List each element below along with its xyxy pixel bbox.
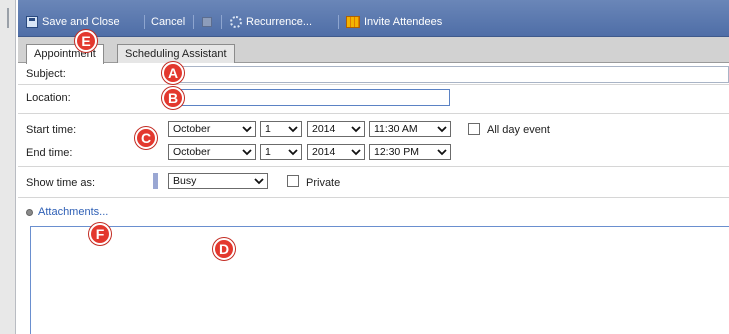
toolbar-separator bbox=[221, 15, 222, 29]
toolbar-separator bbox=[144, 15, 145, 29]
toolbar-separator bbox=[193, 15, 194, 29]
start-year-value: 2014 bbox=[312, 123, 336, 135]
chevron-down-icon bbox=[437, 149, 447, 156]
cancel-label: Cancel bbox=[151, 16, 186, 28]
invite-attendees-button[interactable]: Invite Attendees bbox=[346, 13, 442, 31]
chevron-down-icon bbox=[437, 126, 447, 133]
start-month-select[interactable]: October bbox=[168, 121, 256, 137]
marker-e: E bbox=[75, 30, 97, 52]
divider bbox=[18, 197, 729, 198]
start-time-label: Start time: bbox=[26, 124, 77, 136]
recurrence-button[interactable]: Recurrence... bbox=[230, 13, 312, 31]
recurrence-icon bbox=[230, 16, 242, 28]
left-panel-strip bbox=[0, 0, 16, 334]
start-day-value: 1 bbox=[265, 123, 271, 135]
chevron-down-icon bbox=[351, 149, 361, 156]
end-month-value: October bbox=[173, 146, 211, 158]
marker-a: A bbox=[162, 62, 184, 84]
divider bbox=[18, 84, 729, 85]
end-time-label: End time: bbox=[26, 147, 73, 159]
attachment-icon bbox=[26, 208, 33, 216]
attachments-link[interactable]: Attachments... bbox=[26, 206, 108, 218]
busy-color-indicator bbox=[153, 173, 158, 189]
recurrence-label: Recurrence... bbox=[246, 16, 313, 28]
tab-scheduling-assistant[interactable]: Scheduling Assistant bbox=[117, 44, 235, 63]
all-day-label: All day event bbox=[487, 124, 550, 136]
private-checkbox[interactable] bbox=[287, 175, 299, 187]
toolbar-separator bbox=[338, 15, 339, 29]
end-time-select[interactable]: 12:30 PM bbox=[369, 144, 451, 160]
show-time-as-label: Show time as: bbox=[26, 177, 96, 189]
start-month-value: October bbox=[173, 123, 211, 135]
save-close-label: Save and Close bbox=[42, 16, 120, 28]
all-day-checkbox[interactable] bbox=[468, 123, 480, 135]
end-day-select[interactable]: 1 bbox=[260, 144, 302, 160]
start-day-select[interactable]: 1 bbox=[260, 121, 302, 137]
toolbar: Save and Close Cancel Recurrence... Invi… bbox=[18, 0, 729, 37]
save-close-button[interactable]: Save and Close bbox=[26, 13, 120, 31]
invite-icon bbox=[346, 16, 360, 28]
chevron-down-icon bbox=[351, 126, 361, 133]
marker-d: D bbox=[213, 238, 235, 260]
subject-input[interactable] bbox=[168, 66, 729, 83]
message-body-editor[interactable] bbox=[30, 226, 729, 334]
attachments-label: Attachments... bbox=[38, 206, 109, 218]
subject-label: Subject: bbox=[26, 68, 66, 80]
end-year-select[interactable]: 2014 bbox=[307, 144, 365, 160]
print-button[interactable] bbox=[202, 13, 212, 31]
tab-scheduling-label: Scheduling Assistant bbox=[125, 48, 227, 60]
end-day-value: 1 bbox=[265, 146, 271, 158]
show-time-as-select[interactable]: Busy bbox=[168, 173, 268, 189]
end-year-value: 2014 bbox=[312, 146, 336, 158]
chevron-down-icon bbox=[288, 126, 298, 133]
start-time-select[interactable]: 11:30 AM bbox=[369, 121, 451, 137]
marker-b: B bbox=[162, 87, 184, 109]
invite-label: Invite Attendees bbox=[364, 16, 443, 28]
save-icon bbox=[26, 16, 38, 28]
location-label: Location: bbox=[26, 92, 71, 104]
marker-c: C bbox=[135, 127, 157, 149]
divider bbox=[18, 166, 729, 167]
chevron-down-icon bbox=[288, 149, 298, 156]
show-time-as-value: Busy bbox=[173, 175, 197, 187]
chevron-down-icon bbox=[242, 126, 252, 133]
marker-f: F bbox=[89, 223, 111, 245]
end-time-value: 12:30 PM bbox=[374, 146, 419, 158]
private-label: Private bbox=[306, 177, 341, 189]
chevron-down-icon bbox=[242, 149, 252, 156]
cancel-button[interactable]: Cancel bbox=[151, 13, 185, 31]
chevron-down-icon bbox=[254, 178, 264, 185]
location-input[interactable] bbox=[168, 89, 450, 106]
print-icon bbox=[202, 17, 212, 27]
panel-grip[interactable] bbox=[7, 8, 9, 28]
start-time-value: 11:30 AM bbox=[374, 123, 418, 135]
start-year-select[interactable]: 2014 bbox=[307, 121, 365, 137]
divider bbox=[18, 113, 729, 114]
tab-bar: Appointment Scheduling Assistant bbox=[18, 37, 729, 64]
end-month-select[interactable]: October bbox=[168, 144, 256, 160]
